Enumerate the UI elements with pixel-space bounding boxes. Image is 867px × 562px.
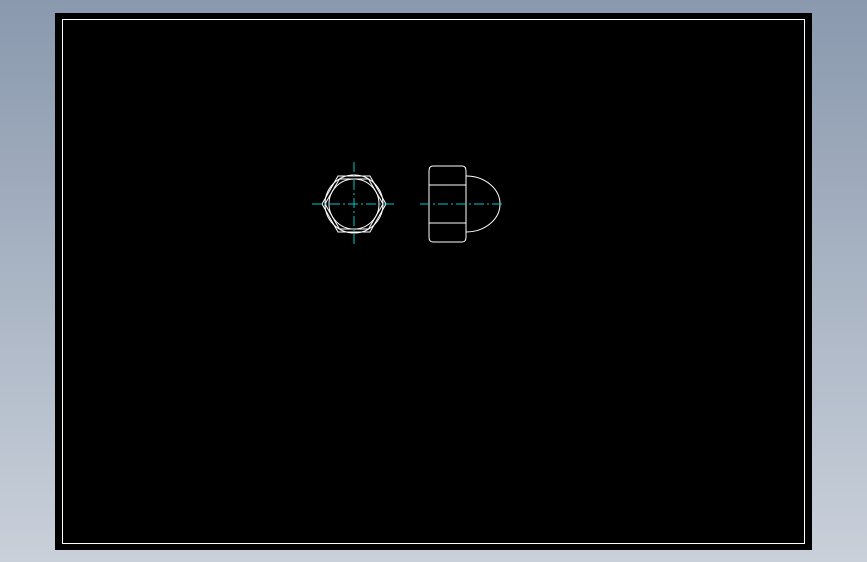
drawing-canvas[interactable] xyxy=(0,0,867,562)
drawing-sheet xyxy=(55,13,812,550)
cad-viewport[interactable] xyxy=(0,0,867,562)
